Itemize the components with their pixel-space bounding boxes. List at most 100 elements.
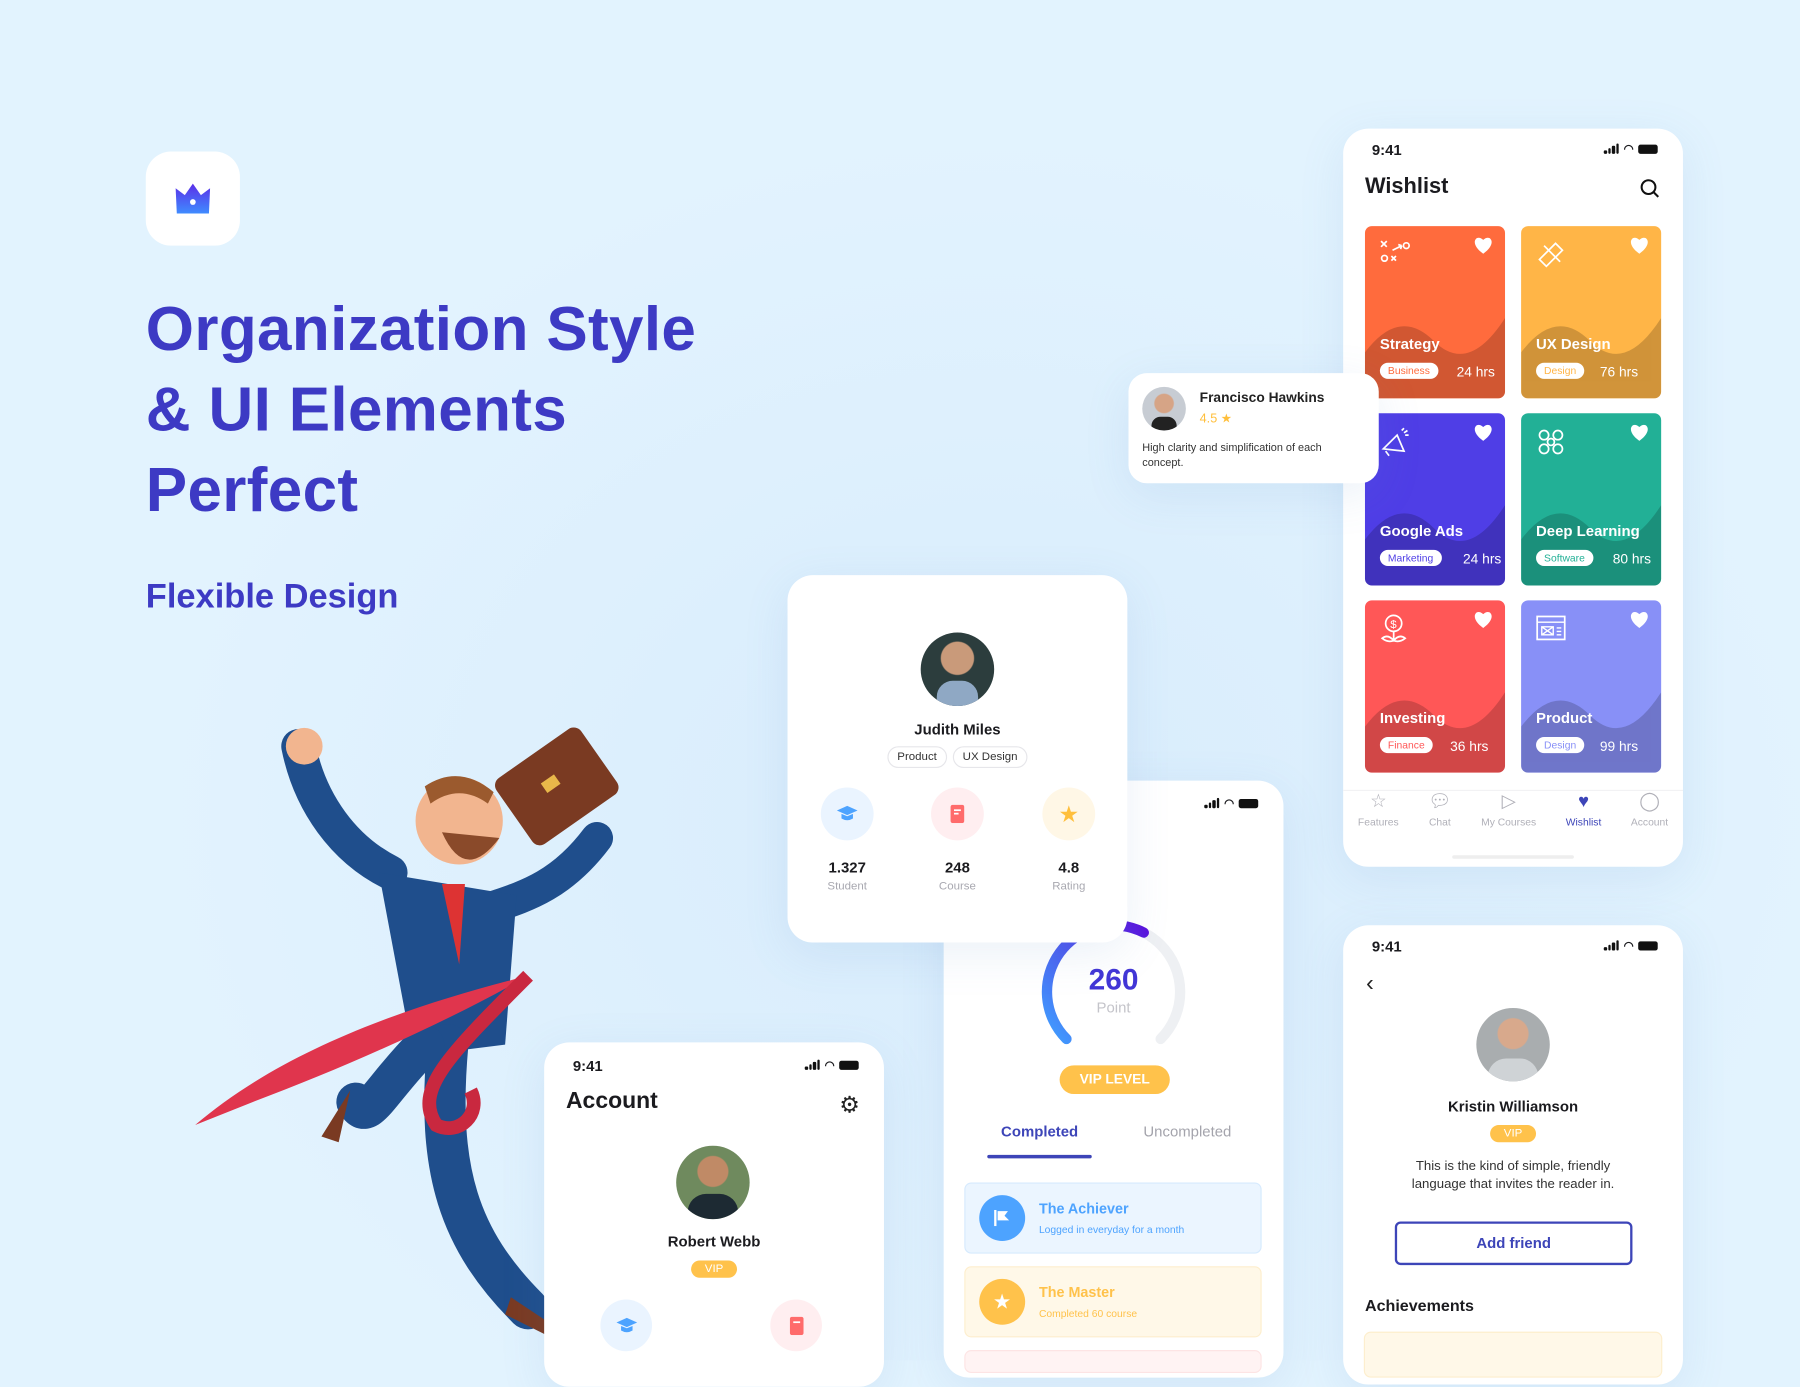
star-icon: ★ [979, 1278, 1026, 1325]
achievement-item[interactable] [964, 1350, 1262, 1374]
wifi-icon: ◠ [1224, 797, 1235, 810]
user-icon: ◯ [1639, 792, 1660, 812]
stat-courses: 248 Course [912, 787, 1004, 894]
stat-value: 248 [944, 858, 970, 876]
course-hours: 76 hrs [1599, 363, 1639, 380]
tab-my-courses[interactable]: ▷ My Courses [1481, 792, 1536, 828]
achievement-item[interactable] [1363, 1331, 1663, 1378]
star-icon: ☆ [1370, 792, 1387, 812]
chat-icon: 💬︎ [1428, 792, 1452, 812]
book-icon[interactable] [770, 1299, 822, 1352]
friend-profile-screen: 9:41 ◠ ‹ Kristin Williamson VIP This is t… [1343, 925, 1683, 1385]
tag[interactable]: Product [886, 746, 948, 769]
vip-level-button[interactable]: VIP LEVEL [1059, 1065, 1170, 1095]
wifi-icon: ◠ [824, 1059, 835, 1072]
course-title: Product [1536, 709, 1593, 727]
course-tag: Marketing [1379, 549, 1442, 566]
status-time: 9:41 [572, 1056, 603, 1074]
tab-label: Features [1357, 816, 1399, 828]
course-card-deep-learning[interactable]: Deep Learning Software 80 hrs [1521, 413, 1662, 586]
stat-value: 1.327 [828, 858, 866, 876]
book-icon [931, 787, 984, 841]
points-value: 260 [1088, 962, 1139, 997]
stat-students: 1.327 Student [801, 787, 893, 893]
tab-completed[interactable]: Completed [1001, 1123, 1078, 1140]
tab-label: Account [1630, 816, 1669, 828]
account-name: Robert Webb [667, 1232, 761, 1251]
profile-card: Judith Miles Product UX Design 1.327 Stud… [787, 575, 1128, 943]
strategy-icon [1380, 240, 1411, 263]
status-bar: 9:41 ◠ [544, 1045, 884, 1086]
star-icon: ★ [1042, 787, 1096, 841]
signal-icon [1604, 143, 1619, 154]
course-title: Investing [1379, 709, 1446, 727]
star-icon: ★ [1220, 412, 1233, 426]
heart-icon[interactable] [1629, 236, 1650, 254]
money-plant-icon: $ [1380, 614, 1407, 643]
browser-icon [1536, 615, 1566, 641]
course-card-google-ads[interactable]: Google Ads Marketing 24 hrs [1364, 413, 1506, 586]
back-chevron-icon[interactable]: ‹ [1366, 971, 1374, 997]
reviewer-avatar [1142, 386, 1186, 431]
tab-features[interactable]: ☆ Features [1358, 792, 1399, 828]
profile-tags: Product UX Design [788, 745, 1128, 769]
screen-title: Wishlist [1364, 174, 1449, 199]
canvas: Organization Style & UI Elements Perfect… [0, 0, 1800, 1387]
course-card-strategy[interactable]: Strategy Business 24 hrs [1364, 226, 1506, 399]
course-card-ux-design[interactable]: UX Design Design 76 hrs [1521, 226, 1662, 399]
search-icon[interactable] [1639, 178, 1660, 199]
status-bar: 9:41 ◠ [1343, 925, 1683, 966]
subheadline: Flexible Design [145, 577, 399, 616]
stat-label: Course [938, 880, 976, 894]
heart-icon[interactable] [1473, 611, 1494, 629]
course-title: Google Ads [1379, 522, 1464, 540]
home-indicator [1452, 855, 1574, 859]
signal-icon [805, 1059, 820, 1070]
status-time: 9:41 [1371, 937, 1402, 955]
app-logo [145, 151, 240, 246]
headline: Organization Style & UI Elements Perfect [146, 289, 835, 530]
course-tag: Design [1536, 362, 1585, 379]
battery-icon [1638, 144, 1658, 154]
achievement-item[interactable]: ★ The Master Completed 60 course [964, 1266, 1262, 1338]
signal-icon [1204, 797, 1220, 809]
course-tag: Software [1536, 549, 1593, 566]
graduation-cap-icon [820, 787, 874, 841]
course-title: Strategy [1379, 335, 1440, 353]
graduation-cap-icon[interactable] [600, 1299, 653, 1352]
tab-label: Wishlist [1565, 816, 1602, 828]
avatar [676, 1145, 750, 1220]
achievement-item[interactable]: The Achiever Logged in everyday for a mon… [964, 1182, 1262, 1254]
review-card: Francisco Hawkins 4.5 ★ High clarity and… [1128, 373, 1379, 484]
course-hours: 24 hrs [1463, 551, 1502, 568]
stat-rating: ★ 4.8 Rating [1023, 787, 1115, 893]
headline-line: Perfect [145, 455, 359, 525]
reviewer-name: Francisco Hawkins [1199, 389, 1325, 406]
heart-icon[interactable] [1629, 424, 1650, 442]
friend-bio: This is the kind of simple, friendly lan… [1411, 1159, 1615, 1192]
tab-chat[interactable]: 💬︎ Chat [1428, 792, 1451, 828]
tab-label: My Courses [1481, 816, 1537, 828]
heart-icon[interactable] [1473, 236, 1494, 254]
course-hours: 24 hrs [1456, 363, 1495, 380]
add-friend-button[interactable]: Add friend [1394, 1221, 1633, 1266]
heart-icon[interactable] [1473, 424, 1494, 442]
headline-line: Organization Style [145, 295, 697, 364]
wishlist-screen: 9:41 ◠ Wishlist Strategy Business 24 hrs UX … [1343, 128, 1683, 867]
settings-gear-icon[interactable]: ⚙ [839, 1091, 860, 1120]
course-card-product[interactable]: Product Design 99 hrs [1521, 600, 1662, 773]
status-bar: 9:41 ◠ [1343, 129, 1683, 170]
course-title: Deep Learning [1536, 522, 1640, 540]
heart-icon[interactable] [1629, 611, 1650, 629]
course-card-investing[interactable]: $ Investing Finance 36 hrs [1364, 600, 1506, 773]
signal-icon [1604, 940, 1619, 951]
tab-uncompleted[interactable]: Uncompleted [1143, 1123, 1231, 1140]
wifi-icon: ◠ [1623, 142, 1634, 156]
tag[interactable]: UX Design [952, 746, 1028, 769]
tab-account[interactable]: ◯ Account [1631, 792, 1668, 828]
ruler-pencil-icon [1538, 242, 1564, 268]
tab-indicator [987, 1154, 1092, 1159]
tab-wishlist[interactable]: ♥ Wishlist [1566, 792, 1602, 828]
friend-name: Kristin Williamson [1448, 1097, 1579, 1115]
crown-icon [175, 183, 211, 214]
